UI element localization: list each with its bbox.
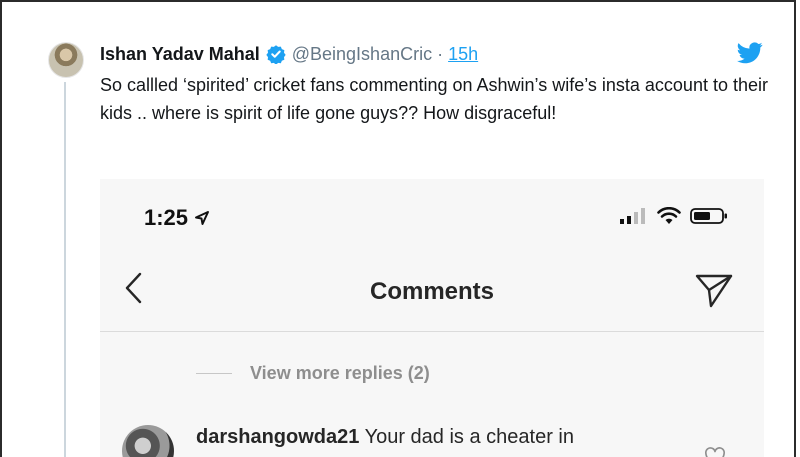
view-more-replies[interactable]: View more replies (2) [196,363,430,384]
comment-item: darshangowda21 Your dad is a cheater in [196,426,574,449]
status-bar-icons [620,207,728,225]
author-avatar[interactable] [48,42,84,78]
status-bar-time-group: 1:25 [144,205,210,231]
send-icon[interactable] [694,273,734,309]
tweet-text: So callled ‘spirited’ cricket fans comme… [100,75,768,123]
commenter-avatar[interactable] [122,425,174,457]
battery-icon [690,208,727,224]
heart-icon[interactable] [704,447,726,457]
signal-icon [620,208,645,224]
wifi-icon [657,207,681,224]
author-name[interactable]: Ishan Yadav Mahal [100,44,260,65]
comments-title: Comments [369,278,495,305]
twitter-bird-icon[interactable] [737,42,763,64]
comment-text: Your dad is a cheater in [359,426,574,448]
header-divider [100,331,764,332]
comment-username[interactable]: darshangowda21 [196,426,359,448]
view-more-replies-label: View more replies (2) [250,363,430,383]
attached-screenshot[interactable]: 1:25 Comments View more replies (2) dars… [100,179,764,457]
tweet-timestamp[interactable]: 15h [448,44,478,65]
tweet-header: Ishan Yadav Mahal @BeingIshanCric · 15h [100,42,478,66]
status-bar-time: 1:25 [144,205,189,230]
header-separator: · [437,43,444,64]
thread-line [64,82,66,457]
replies-indent-line [196,373,232,374]
location-arrow-icon [195,211,210,225]
author-handle[interactable]: @BeingIshanCric [292,44,432,65]
verified-badge-icon [266,45,286,64]
